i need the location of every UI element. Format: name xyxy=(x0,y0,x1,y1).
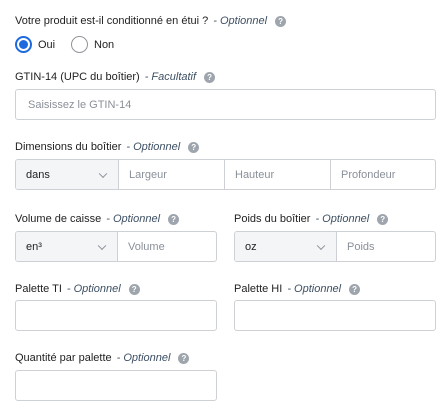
radio-button[interactable] xyxy=(71,36,88,53)
volume-unit-value: en³ xyxy=(26,240,42,253)
volume-label-row: Volume de caisse - Optionnel ? xyxy=(15,213,180,225)
radio-yes[interactable]: Oui xyxy=(15,36,55,53)
width-input[interactable]: Largeur xyxy=(118,160,224,189)
palette-ti-label: Palette TI xyxy=(15,283,62,295)
help-icon[interactable]: ? xyxy=(204,71,216,83)
help-icon[interactable]: ? xyxy=(168,213,180,225)
palette-ti-input[interactable] xyxy=(15,300,217,331)
gtin-label-row: GTIN-14 (UPC du boîtier) - Facultatif ? xyxy=(15,71,216,83)
help-icon[interactable]: ? xyxy=(128,283,140,295)
weight-input[interactable]: Poids xyxy=(336,232,435,261)
height-placeholder: Hauteur xyxy=(235,168,275,181)
help-icon[interactable]: ? xyxy=(178,352,190,364)
height-input[interactable]: Hauteur xyxy=(224,160,330,189)
radio-yes-label: Oui xyxy=(38,38,56,51)
weight-label-row: Poids du boîtier - Optionnel ? xyxy=(234,213,389,225)
depth-input[interactable]: Profondeur xyxy=(330,160,435,189)
chevron-down-icon xyxy=(98,169,108,178)
optional-tag: - Optionnel xyxy=(126,141,181,153)
palette-hi-input[interactable] xyxy=(234,300,436,331)
radio-no-label: Non xyxy=(94,38,115,51)
help-icon[interactable]: ? xyxy=(188,141,200,153)
weight-placeholder: Poids xyxy=(347,240,375,253)
help-icon[interactable]: ? xyxy=(349,283,361,295)
volume-label: Volume de caisse xyxy=(15,213,102,225)
qty-input[interactable] xyxy=(15,370,217,401)
optional-tag: - Optionnel xyxy=(315,213,370,225)
chevron-down-icon xyxy=(316,241,326,250)
weight-label: Poids du boîtier xyxy=(234,213,311,225)
dimensions-label: Dimensions du boîtier xyxy=(15,141,122,153)
radio-no[interactable]: Non xyxy=(71,36,114,53)
palette-hi-label-row: Palette HI - Optionnel ? xyxy=(234,283,361,295)
optional-tag: - Optionnel xyxy=(116,352,171,364)
width-placeholder: Largeur xyxy=(129,168,167,181)
optional-tag: - Optionnel xyxy=(213,15,268,27)
dimensions-unit-value: dans xyxy=(26,168,50,181)
weight-unit-select[interactable]: oz xyxy=(235,232,336,261)
dimensions-label-row: Dimensions du boîtier - Optionnel ? xyxy=(15,141,200,153)
volume-input[interactable]: Volume xyxy=(117,232,216,261)
optional-tag: - Facultatif xyxy=(144,71,197,83)
palette-hi-label: Palette HI xyxy=(234,283,283,295)
qty-label: Quantité par palette xyxy=(15,352,112,364)
optional-tag: - Optionnel xyxy=(287,283,342,295)
radio-button-checked[interactable] xyxy=(15,36,32,53)
case-question-label: Votre produit est-il conditionné en étui… xyxy=(15,15,209,27)
qty-label-row: Quantité par palette - Optionnel ? xyxy=(15,352,190,364)
weight-group: oz Poids xyxy=(234,231,436,262)
weight-unit-value: oz xyxy=(245,240,257,253)
depth-placeholder: Profondeur xyxy=(341,168,396,181)
gtin-placeholder: Saisissez le GTIN-14 xyxy=(28,99,132,111)
volume-placeholder: Volume xyxy=(128,240,165,253)
palette-ti-label-row: Palette TI - Optionnel ? xyxy=(15,283,140,295)
optional-tag: - Optionnel xyxy=(66,283,121,295)
dimensions-unit-select[interactable]: dans xyxy=(16,160,118,189)
chevron-down-icon xyxy=(97,241,107,250)
help-icon[interactable]: ? xyxy=(377,213,389,225)
optional-tag: - Optionnel xyxy=(106,213,161,225)
gtin-label: GTIN-14 (UPC du boîtier) xyxy=(15,71,140,83)
gtin-input[interactable]: Saisissez le GTIN-14 xyxy=(15,89,436,120)
help-icon[interactable]: ? xyxy=(275,15,287,27)
volume-unit-select[interactable]: en³ xyxy=(16,232,117,261)
dimensions-group: dans Largeur Hauteur Profondeur xyxy=(15,159,436,190)
case-question-label-row: Votre produit est-il conditionné en étui… xyxy=(15,15,287,27)
volume-group: en³ Volume xyxy=(15,231,217,262)
